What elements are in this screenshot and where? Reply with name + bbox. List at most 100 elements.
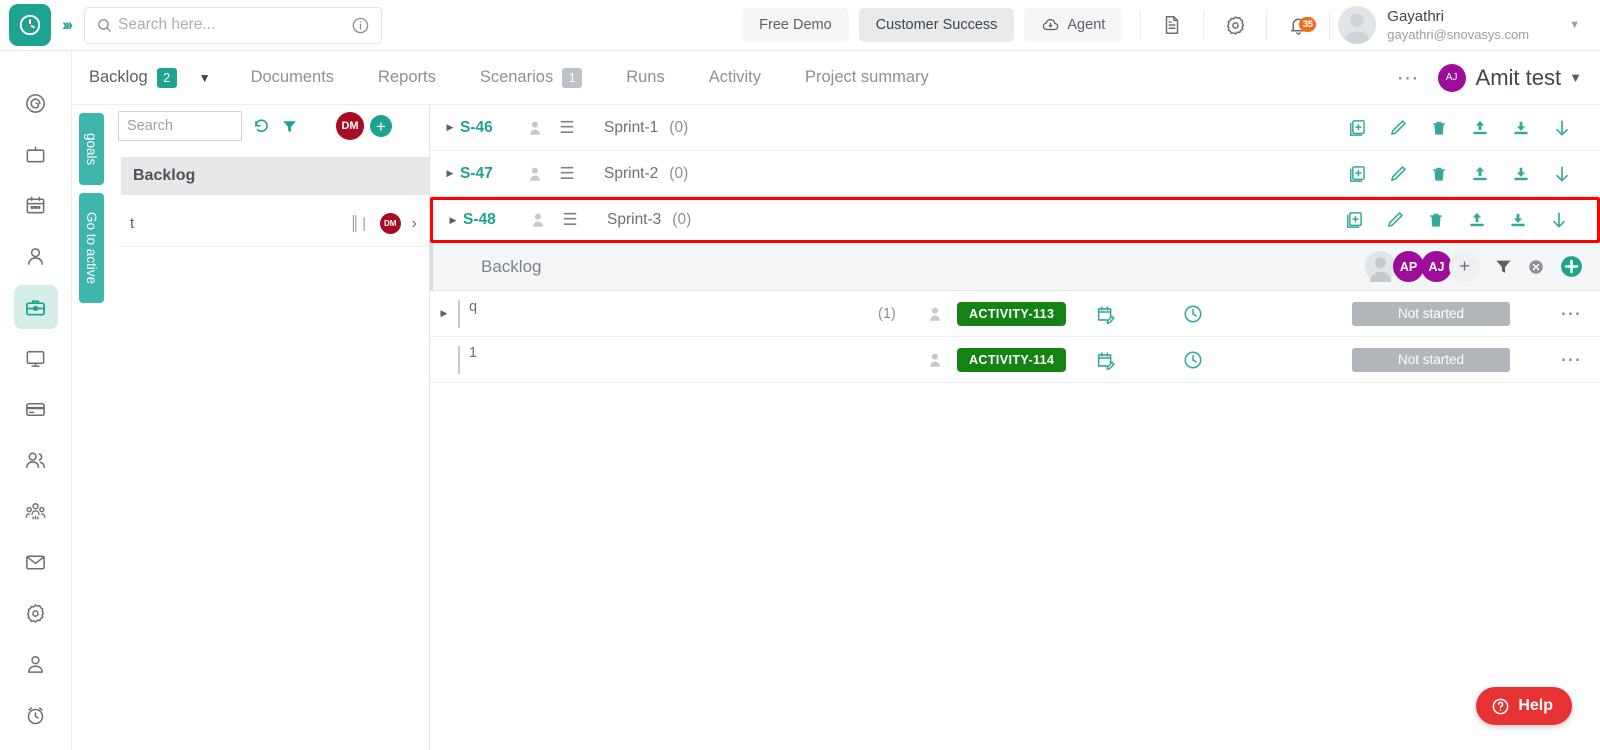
notifications-button[interactable]: 35 xyxy=(1275,14,1321,37)
user-placeholder-icon[interactable] xyxy=(926,305,944,323)
arrow-down-icon[interactable] xyxy=(1541,118,1582,138)
left-panel-search-input[interactable]: Search xyxy=(118,111,242,141)
task-status-pill[interactable]: Not started xyxy=(1352,348,1510,372)
pencil-icon[interactable] xyxy=(1374,210,1415,230)
task-status-pill[interactable]: Not started xyxy=(1352,302,1510,326)
menu-lines-icon[interactable]: ☰ xyxy=(555,210,585,230)
info-circle-icon[interactable] xyxy=(351,16,370,35)
add-document-icon[interactable] xyxy=(1336,164,1377,184)
expand-triangle-icon[interactable]: ▶ xyxy=(440,168,460,179)
pencil-icon[interactable] xyxy=(1377,118,1418,138)
clock-icon[interactable] xyxy=(1182,303,1204,325)
menu-lines-icon[interactable]: ☰ xyxy=(552,164,582,184)
arrow-down-icon[interactable] xyxy=(1541,164,1582,184)
sprint-id[interactable]: S-47 xyxy=(460,165,518,183)
free-demo-button[interactable]: Free Demo xyxy=(742,8,849,42)
left-panel-avatar[interactable]: DM xyxy=(336,112,364,140)
clock-logo-icon[interactable] xyxy=(9,4,51,46)
tab-activity[interactable]: Activity xyxy=(709,68,761,87)
list-item-avatar[interactable]: DM xyxy=(380,213,401,234)
more-horizontal-icon[interactable]: ⋯ xyxy=(1560,310,1582,318)
more-horizontal-icon[interactable]: ⋯ xyxy=(1560,356,1582,364)
expand-triangle-icon[interactable]: ▶ xyxy=(440,122,460,133)
trash-icon[interactable] xyxy=(1418,118,1459,138)
status-badge[interactable]: ACTIVITY-113 xyxy=(957,302,1066,326)
avatar-placeholder[interactable] xyxy=(1365,251,1396,282)
tab-project-summary[interactable]: Project summary xyxy=(805,68,929,87)
menu-lines-icon[interactable]: ☰ xyxy=(552,118,582,138)
help-button[interactable]: Help xyxy=(1476,687,1572,725)
pencil-icon[interactable] xyxy=(1377,164,1418,184)
tab-scenarios[interactable]: Scenarios 1 xyxy=(480,68,582,88)
table-row[interactable]: ▶ q (1) ACTIVITY-113 Not started xyxy=(430,291,1600,337)
avatar-ap[interactable]: AP xyxy=(1393,251,1424,282)
sidebar-item-board[interactable] xyxy=(14,132,58,176)
user-placeholder-icon[interactable] xyxy=(926,351,944,369)
refresh-icon[interactable] xyxy=(252,117,271,136)
project-avatar[interactable]: AJ xyxy=(1438,64,1466,92)
tab-reports[interactable]: Reports xyxy=(378,68,436,87)
chevron-right-icon[interactable]: › xyxy=(412,215,417,233)
trash-icon[interactable] xyxy=(1418,164,1459,184)
plus-circle-icon[interactable]: + xyxy=(370,115,392,137)
tab-runs[interactable]: Runs xyxy=(626,68,665,87)
chevrons-right-icon[interactable]: ››› xyxy=(62,15,70,35)
sidebar-item-projects[interactable] xyxy=(14,285,58,329)
download-icon[interactable] xyxy=(1500,118,1541,138)
drag-grip-icon[interactable]: ║∣ xyxy=(350,215,369,232)
table-row[interactable]: ▶ S-46 ☰ Sprint-1 (0) xyxy=(430,105,1600,151)
sidebar-item-account[interactable] xyxy=(14,642,58,686)
add-document-icon[interactable] xyxy=(1336,118,1377,138)
sprint-id[interactable]: S-48 xyxy=(463,211,521,229)
upload-icon[interactable] xyxy=(1459,118,1500,138)
table-row-highlighted[interactable]: ▶ S-48 ☰ Sprint-3 (0) xyxy=(430,197,1600,243)
status-badge[interactable]: ACTIVITY-114 xyxy=(957,348,1066,372)
calendar-edit-icon[interactable] xyxy=(1095,349,1117,371)
gear-icon[interactable] xyxy=(1212,14,1258,37)
document-icon[interactable] xyxy=(1149,14,1195,36)
agent-button[interactable]: Agent xyxy=(1024,8,1122,42)
list-item[interactable]: t ║∣ DM › xyxy=(118,201,429,247)
filter-icon[interactable] xyxy=(281,118,298,135)
avatar-aj[interactable]: AJ xyxy=(1421,251,1452,282)
sidebar-item-profile[interactable] xyxy=(14,234,58,278)
sidebar-item-billing[interactable] xyxy=(14,387,58,431)
upload-icon[interactable] xyxy=(1456,210,1497,230)
sidebar-item-groups[interactable] xyxy=(14,489,58,533)
trash-icon[interactable] xyxy=(1415,210,1456,230)
table-row[interactable]: 1 ACTIVITY-114 Not started ⋯ xyxy=(430,337,1600,383)
user-menu[interactable]: Gayathri gayathri@snovasys.com ▼ xyxy=(1338,6,1600,44)
add-document-icon[interactable] xyxy=(1333,210,1374,230)
table-row[interactable]: ▶ S-47 ☰ Sprint-2 (0) xyxy=(430,151,1600,197)
goals-vertical-tab[interactable]: goals xyxy=(79,113,104,185)
download-icon[interactable] xyxy=(1500,164,1541,184)
chevron-down-icon[interactable]: ▼ xyxy=(1569,19,1580,31)
tab-backlog[interactable]: Backlog 2 xyxy=(89,68,177,88)
expand-triangle-icon[interactable]: ▶ xyxy=(430,308,458,319)
plus-circle-icon[interactable] xyxy=(1559,254,1584,279)
filter-icon[interactable] xyxy=(1494,257,1513,276)
clear-circle-icon[interactable] xyxy=(1527,258,1545,276)
sidebar-item-calendar[interactable] xyxy=(14,183,58,227)
tab-documents[interactable]: Documents xyxy=(251,68,334,87)
add-member-button[interactable]: + xyxy=(1449,251,1480,282)
sidebar-item-dashboard[interactable] xyxy=(14,81,58,125)
logo-container[interactable] xyxy=(0,4,60,46)
go-to-active-vertical-tab[interactable]: Go to active xyxy=(79,193,104,303)
upload-icon[interactable] xyxy=(1459,164,1500,184)
arrow-down-icon[interactable] xyxy=(1538,210,1579,230)
sprint-id[interactable]: S-46 xyxy=(460,119,518,137)
download-icon[interactable] xyxy=(1497,210,1538,230)
chevron-down-icon[interactable]: ▼ xyxy=(199,71,211,85)
more-horizontal-icon[interactable]: ⋯ xyxy=(1397,73,1420,83)
sidebar-item-teams[interactable] xyxy=(14,438,58,482)
customer-success-button[interactable]: Customer Success xyxy=(859,8,1015,42)
sidebar-item-monitor[interactable] xyxy=(14,336,58,380)
expand-triangle-icon[interactable]: ▶ xyxy=(443,215,463,226)
clock-icon[interactable] xyxy=(1182,349,1204,371)
calendar-edit-icon[interactable] xyxy=(1095,303,1117,325)
search-input[interactable]: Search here... xyxy=(84,7,382,44)
sidebar-item-settings[interactable] xyxy=(14,591,58,635)
sidebar-item-timesheet[interactable] xyxy=(14,693,58,737)
chevron-down-icon[interactable]: ▼ xyxy=(1569,70,1582,85)
